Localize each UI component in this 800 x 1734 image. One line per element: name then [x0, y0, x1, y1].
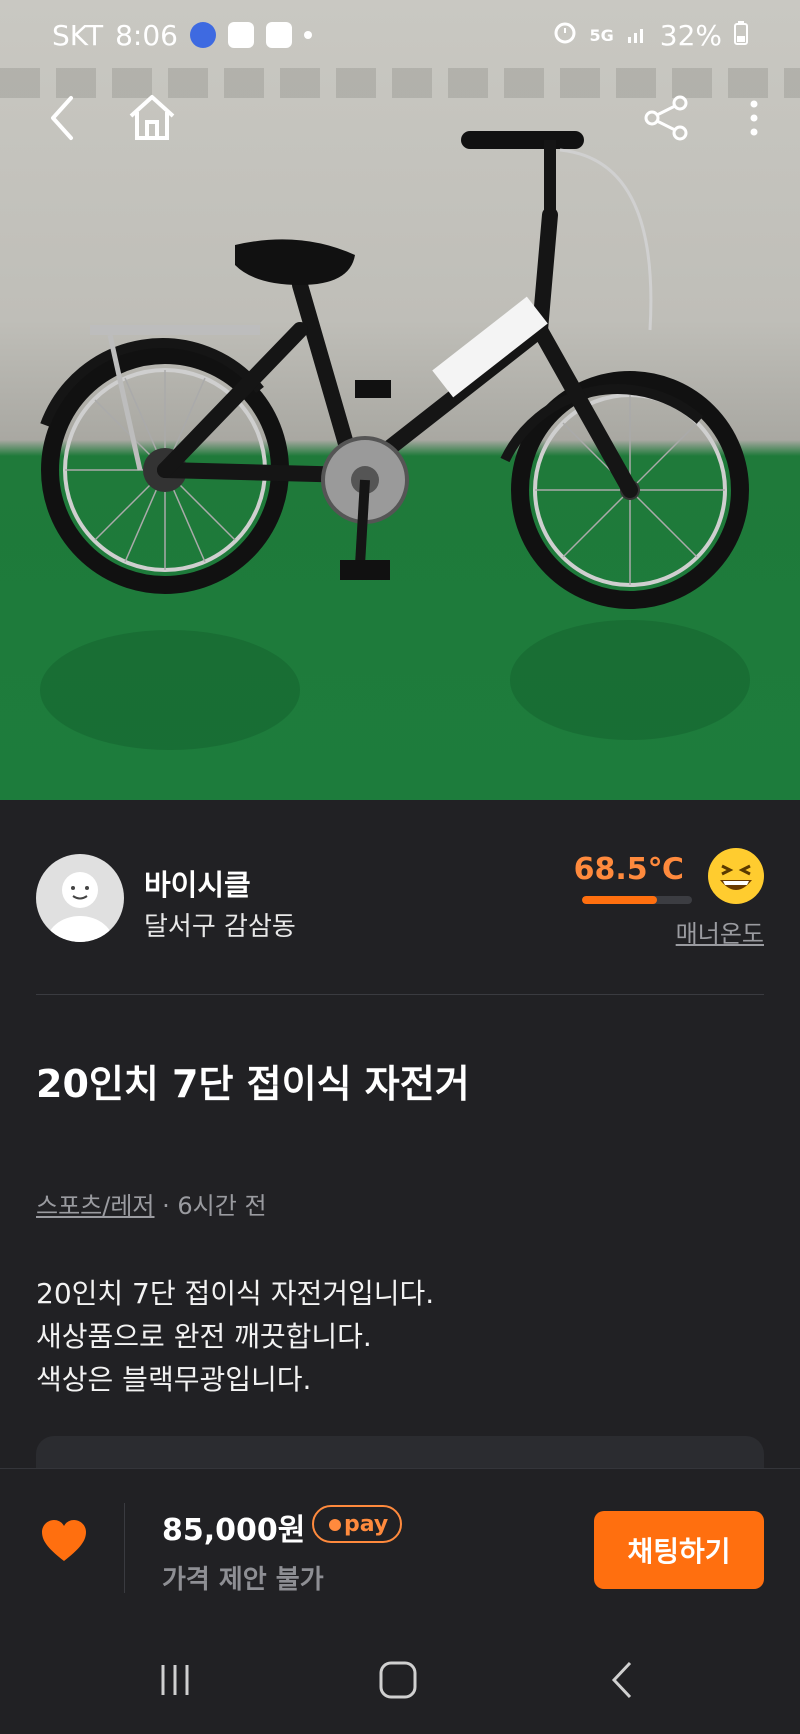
category-link[interactable]: 스포츠/레저	[36, 1192, 155, 1220]
more-icon[interactable]	[722, 86, 786, 150]
shopping-bag-icon	[227, 22, 254, 48]
grinning-face-icon	[708, 848, 764, 904]
pay-badge-label: pay	[344, 1511, 389, 1537]
share-icon[interactable]	[634, 86, 698, 150]
carrier-label: SKT	[52, 18, 104, 52]
posted-time: · 6시간 전	[154, 1192, 267, 1220]
price-negotiation-status: 가격 제안 불가	[162, 1565, 324, 1595]
alarm-icon	[552, 19, 578, 52]
pay-badge: pay	[312, 1505, 403, 1543]
price: 85,000원	[162, 1513, 306, 1548]
bottom-action-bar: 85,000원 pay 가격 제안 불가 채팅하기	[0, 1468, 800, 1618]
carrot-icon	[329, 1519, 341, 1531]
manner-temperature: 68.5℃	[573, 852, 684, 887]
seller-name: 바이시클	[144, 868, 251, 902]
more-notifications-dot	[303, 31, 312, 39]
listing-description: 20인치 7단 접이식 자전거입니다. 새상품으로 완전 깨끗합니다. 색상은 …	[36, 1277, 435, 1396]
chat-button[interactable]: 채팅하기	[594, 1511, 764, 1589]
seller-location: 달서구 감삼동	[144, 912, 296, 942]
status-bar: SKT 8:06 5G 32%	[0, 0, 800, 70]
recent-apps-icon[interactable]	[145, 1658, 205, 1702]
temperature-bar	[582, 896, 692, 904]
heart-icon[interactable]	[40, 1519, 88, 1563]
top-navigation	[0, 86, 800, 150]
vertical-divider	[124, 1503, 125, 1593]
app-notification-icon	[189, 22, 216, 48]
home-button-icon[interactable]	[368, 1658, 428, 1702]
listing-title: 20인치 7단 접이식 자전거	[36, 1062, 470, 1106]
seller-profile[interactable]: 바이시클 달서구 감삼동 68.5℃ 매너온도	[36, 848, 764, 952]
product-photo[interactable]: SKT 8:06 5G 32%	[0, 0, 800, 800]
avatar[interactable]	[36, 854, 124, 942]
back-icon[interactable]	[30, 86, 94, 150]
camera-notification-icon	[265, 22, 292, 48]
battery-level: 32%	[659, 18, 722, 52]
network-type: 5G	[589, 25, 614, 45]
listing-meta: 스포츠/레저 · 6시간 전	[36, 1186, 267, 1221]
signal-icon	[626, 19, 648, 52]
battery-icon	[734, 19, 748, 52]
manner-temperature-label[interactable]: 매너온도	[676, 914, 764, 949]
section-divider	[36, 994, 764, 995]
temperature-bar-fill	[582, 896, 658, 904]
system-back-icon[interactable]	[592, 1658, 652, 1702]
home-icon[interactable]	[120, 86, 184, 150]
clock: 8:06	[115, 18, 178, 52]
system-navigation-bar	[0, 1618, 800, 1734]
